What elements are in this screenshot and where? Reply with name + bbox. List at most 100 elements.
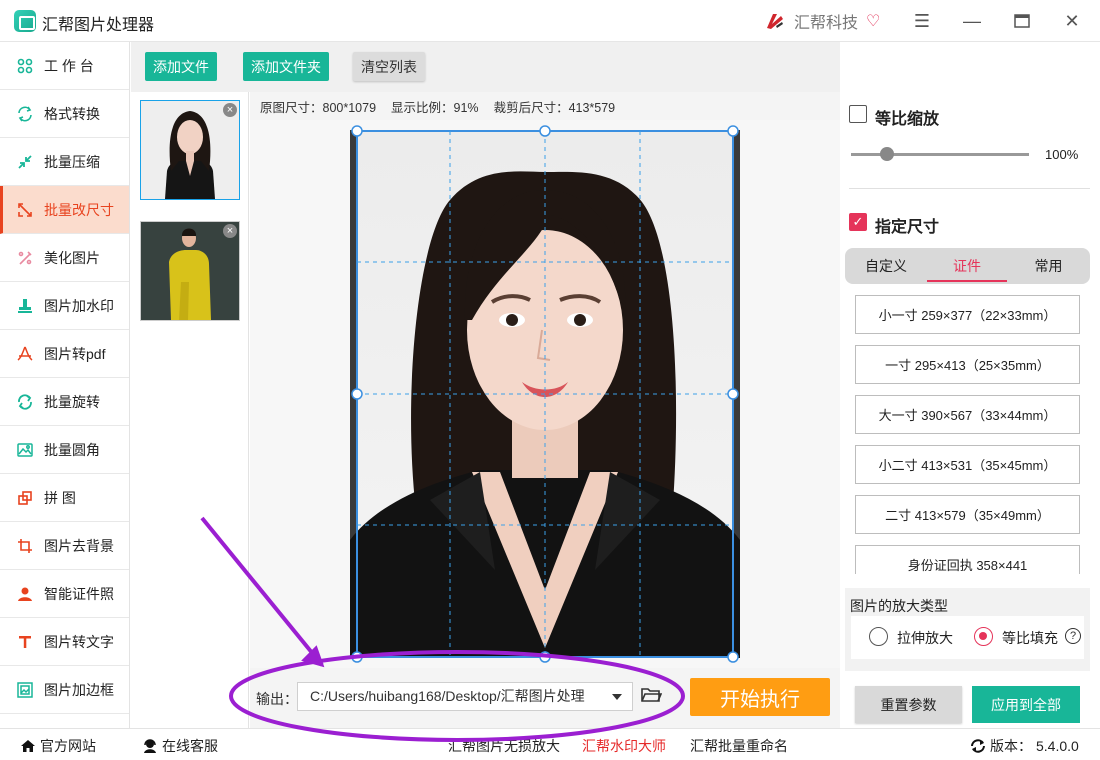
clear-list-button[interactable]: 清空列表 bbox=[353, 52, 425, 81]
scale-type-box: 图片的放大类型 拉伸放大 等比填充 ? bbox=[845, 588, 1090, 671]
brand-name: 汇帮科技 bbox=[794, 15, 859, 32]
vip-heart-icon[interactable]: ♡ bbox=[866, 11, 880, 31]
tab-id[interactable]: 证件 bbox=[927, 248, 1007, 284]
beautify-icon bbox=[16, 249, 34, 267]
size-option[interactable]: 一寸 295×413（25×35mm） bbox=[855, 345, 1080, 384]
headset-icon bbox=[144, 739, 156, 753]
maximize-icon[interactable] bbox=[1007, 8, 1037, 34]
link-watermark[interactable]: 汇帮水印大师 bbox=[582, 736, 666, 756]
add-folder-button[interactable]: 添加文件夹 bbox=[243, 52, 329, 81]
sidebar-item-label: 图片去背景 bbox=[44, 537, 114, 554]
brand[interactable]: 汇帮科技 ♡ bbox=[764, 9, 880, 33]
help-icon[interactable]: ? bbox=[1065, 628, 1081, 644]
scale-slider[interactable] bbox=[851, 153, 1029, 156]
menu-icon[interactable]: ☰ bbox=[907, 8, 937, 34]
tab-custom[interactable]: 自定义 bbox=[845, 248, 927, 284]
brand-logo-icon bbox=[767, 14, 783, 29]
size-checkbox[interactable]: ✓ bbox=[849, 213, 867, 231]
version-label: 版本： bbox=[990, 738, 1032, 754]
sidebar: 工 作 台 格式转换 批量压缩 批量改尺寸 美化图片 图片加水印 图片转pdf … bbox=[0, 42, 130, 728]
fill-label[interactable]: 等比填充 bbox=[1002, 628, 1058, 648]
size-option[interactable]: 小一寸 259×377（22×33mm） bbox=[855, 295, 1080, 334]
minimize-icon[interactable]: — bbox=[957, 8, 987, 34]
start-button[interactable]: 开始执行 bbox=[690, 678, 830, 716]
sidebar-item-label: 批量圆角 bbox=[44, 441, 100, 458]
frame-icon bbox=[16, 681, 34, 699]
round-corner-icon bbox=[16, 441, 34, 459]
sidebar-item-label: 美化图片 bbox=[44, 249, 100, 266]
resize-icon bbox=[16, 201, 34, 219]
sidebar-item-label: 工 作 台 bbox=[44, 57, 94, 74]
fill-radio[interactable] bbox=[974, 627, 993, 646]
toolbar: 添加文件 添加文件夹 清空列表 bbox=[131, 42, 840, 92]
thumbnail-1[interactable]: × bbox=[140, 100, 240, 200]
sidebar-item-beautify[interactable]: 美化图片 bbox=[0, 234, 129, 282]
size-option[interactable]: 大一寸 390×567（33×44mm） bbox=[855, 395, 1080, 434]
sidebar-item-id-photo[interactable]: 智能证件照 bbox=[0, 570, 129, 618]
sidebar-item-remove-bg[interactable]: 图片去背景 bbox=[0, 522, 129, 570]
size-option[interactable]: 小二寸 413×531（35×45mm） bbox=[855, 445, 1080, 484]
thumbnail-2[interactable]: × bbox=[140, 221, 240, 321]
divider bbox=[849, 188, 1090, 189]
apply-all-button[interactable]: 应用到全部 bbox=[972, 686, 1080, 723]
size-tabs: 自定义 证件 常用 bbox=[845, 248, 1090, 284]
thumbnail-image bbox=[141, 222, 239, 320]
rotate-icon bbox=[16, 393, 34, 411]
tab-common[interactable]: 常用 bbox=[1007, 248, 1090, 284]
website-label: 官方网站 bbox=[40, 738, 96, 754]
folder-icon[interactable] bbox=[640, 685, 662, 705]
sidebar-item-round-corner[interactable]: 批量圆角 bbox=[0, 426, 129, 474]
text-icon bbox=[16, 633, 34, 651]
sidebar-item-label: 批量改尺寸 bbox=[44, 201, 114, 218]
size-option[interactable]: 身份证回执 358×441 bbox=[855, 545, 1080, 574]
link-lossless[interactable]: 汇帮图片无损放大 bbox=[448, 736, 560, 756]
sidebar-item-resize[interactable]: 批量改尺寸 bbox=[0, 186, 129, 234]
sidebar-item-to-text[interactable]: 图片转文字 bbox=[0, 618, 129, 666]
stretch-label[interactable]: 拉伸放大 bbox=[897, 628, 953, 648]
scale-slider-thumb[interactable] bbox=[879, 147, 894, 161]
sidebar-item-rotate[interactable]: 批量旋转 bbox=[0, 378, 129, 426]
sidebar-item-compress[interactable]: 批量压缩 bbox=[0, 138, 129, 186]
thumbnail-image bbox=[141, 101, 239, 199]
sidebar-item-label: 图片转pdf bbox=[44, 345, 106, 362]
proportional-checkbox[interactable] bbox=[849, 105, 867, 123]
original-size: 原图尺寸：800*1079 bbox=[260, 100, 377, 115]
remove-thumbnail-icon[interactable]: × bbox=[223, 103, 237, 117]
stretch-radio[interactable] bbox=[869, 627, 888, 646]
preview-canvas bbox=[250, 120, 840, 668]
remove-thumbnail-icon[interactable]: × bbox=[223, 224, 237, 238]
service-label: 在线客服 bbox=[162, 738, 218, 754]
home-icon bbox=[21, 740, 35, 752]
service-link[interactable]: 在线客服 bbox=[142, 736, 218, 756]
add-file-button[interactable]: 添加文件 bbox=[145, 52, 217, 81]
close-icon[interactable]: ✕ bbox=[1057, 8, 1087, 34]
chevron-down-icon[interactable] bbox=[612, 694, 622, 700]
reset-button[interactable]: 重置参数 bbox=[855, 686, 962, 723]
watermark-icon bbox=[16, 297, 34, 315]
sidebar-item-label: 拼 图 bbox=[44, 489, 76, 506]
settings-panel: 等比缩放 100% ✓ 指定尺寸 自定义 证件 常用 小一寸 259×377（2… bbox=[841, 92, 1100, 728]
link-rename[interactable]: 汇帮批量重命名 bbox=[690, 736, 788, 756]
sidebar-item-workbench[interactable]: 工 作 台 bbox=[0, 42, 129, 90]
sidebar-item-label: 批量压缩 bbox=[44, 153, 100, 170]
sidebar-item-frame[interactable]: 图片加边框 bbox=[0, 666, 129, 714]
scale-type-title: 图片的放大类型 bbox=[850, 598, 948, 614]
website-link[interactable]: 官方网站 bbox=[20, 736, 96, 756]
version-info[interactable]: 版本： 5.4.0.0 bbox=[970, 736, 1079, 756]
size-option[interactable]: 二寸 413×579（35×49mm） bbox=[855, 495, 1080, 534]
sidebar-item-pdf[interactable]: 图片转pdf bbox=[0, 330, 129, 378]
size-list: 小一寸 259×377（22×33mm） 一寸 295×413（25×35mm）… bbox=[841, 288, 1100, 574]
title-bar: 汇帮图片处理器 汇帮科技 ♡ ☰ — ✕ bbox=[0, 0, 1100, 42]
sidebar-item-collage[interactable]: 拼 图 bbox=[0, 474, 129, 522]
output-path-select[interactable]: C:/Users/huibang168/Desktop/汇帮图片处理 bbox=[297, 682, 633, 711]
sidebar-item-format-convert[interactable]: 格式转换 bbox=[0, 90, 129, 138]
status-bar: 官方网站 在线客服 汇帮图片无损放大 汇帮水印大师 汇帮批量重命名 版本： 5.… bbox=[0, 728, 1100, 760]
output-path-value: C:/Users/huibang168/Desktop/汇帮图片处理 bbox=[310, 688, 585, 704]
sidebar-item-label: 图片加水印 bbox=[44, 297, 114, 314]
scale-value: 100% bbox=[1045, 147, 1079, 162]
thumbnail-list: × × bbox=[131, 92, 249, 728]
sidebar-item-watermark[interactable]: 图片加水印 bbox=[0, 282, 129, 330]
sidebar-item-label: 格式转换 bbox=[44, 105, 100, 122]
compress-icon bbox=[16, 153, 34, 171]
refresh-icon bbox=[971, 739, 985, 753]
